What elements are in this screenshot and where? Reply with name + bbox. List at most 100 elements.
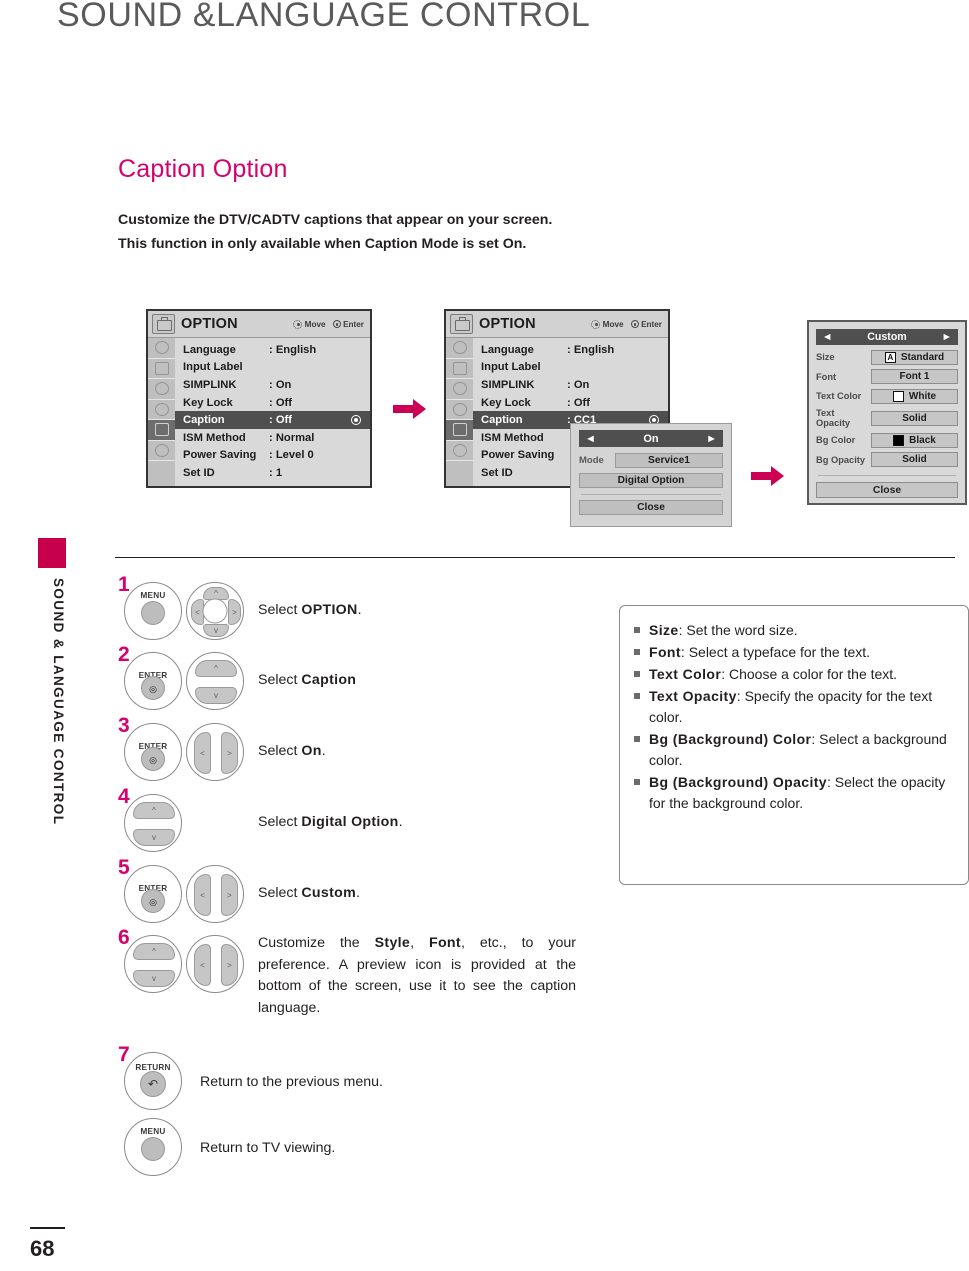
pad-left-icon[interactable]: <	[194, 874, 211, 916]
intro-line-2-end: .	[522, 236, 527, 252]
custom-text-opacity-button[interactable]: Solid	[871, 410, 958, 426]
custom-size-button[interactable]: A Standard	[871, 349, 958, 365]
osd-row[interactable]: Input Label	[473, 359, 668, 377]
custom-row-bg-opacity: Bg Opacity Solid	[816, 452, 958, 467]
osd-row-value: : English	[567, 343, 615, 356]
pad-left-icon[interactable]: <	[194, 732, 211, 774]
custom-text-color-button[interactable]: White	[871, 388, 958, 404]
osd-row[interactable]: SIMPLINK : On	[175, 376, 370, 394]
left-arrow-icon[interactable]: ◄	[822, 331, 833, 343]
rail-icon-time[interactable]	[446, 400, 473, 420]
right-arrow-icon[interactable]: ►	[706, 433, 717, 445]
caption-close-button[interactable]: Close	[579, 500, 723, 515]
rail-icon-lock[interactable]	[148, 441, 175, 461]
left-arrow-icon[interactable]: ◄	[585, 433, 596, 445]
rail-icon-lock[interactable]	[446, 441, 473, 461]
menu-button-remote[interactable]: MENU	[124, 582, 182, 640]
osd-row[interactable]: Key Lock : Off	[175, 394, 370, 412]
digital-option-button[interactable]: Digital Option	[579, 473, 723, 488]
dpad-four-way[interactable]: ^ v < >	[186, 582, 244, 640]
rail-icon-picture[interactable]	[148, 338, 175, 359]
enter-button-remote[interactable]: ENTER ◎	[124, 865, 182, 923]
leftright-pad[interactable]: < >	[186, 723, 244, 781]
menu-button-key[interactable]	[141, 1136, 165, 1161]
dpad-center[interactable]	[202, 598, 228, 624]
right-arrow-icon[interactable]: ►	[942, 331, 953, 343]
pad-left-icon[interactable]: <	[194, 944, 211, 986]
custom-close-button[interactable]: Close	[816, 482, 958, 498]
intro-on-bold: On	[502, 236, 523, 252]
caption-mode-value-button[interactable]: Service1	[615, 453, 723, 468]
rail-icon-display[interactable]	[148, 359, 175, 379]
pad-right-icon[interactable]: >	[221, 944, 238, 986]
enter-button-remote[interactable]: ENTER ◎	[124, 652, 182, 710]
pad-up-icon[interactable]: ^	[195, 660, 237, 677]
pad-up-icon[interactable]: ^	[133, 943, 175, 960]
caption-popup-dialog: ◄ On ► Mode Service1 Digital Option Clos…	[570, 423, 732, 527]
osd-row[interactable]: Key Lock : Off	[473, 394, 668, 412]
custom-row-bg-color: Bg Color Black	[816, 432, 958, 448]
osd-row[interactable]: Language : English	[473, 341, 668, 359]
leftright-pad[interactable]: < >	[186, 865, 244, 923]
custom-font-button[interactable]: Font 1	[871, 369, 958, 384]
pad-right-icon[interactable]: >	[221, 732, 238, 774]
step-text-bold: Style	[374, 935, 411, 951]
osd-title: OPTION	[181, 316, 238, 332]
pad-down-icon[interactable]: v	[133, 970, 175, 987]
rail-icon-audio[interactable]	[446, 379, 473, 400]
updown-pad[interactable]: ^ v	[186, 652, 244, 710]
leftright-pad[interactable]: < >	[186, 935, 244, 993]
hint-move: Move	[591, 319, 624, 329]
pad-right-icon[interactable]: >	[221, 874, 238, 916]
osd-row[interactable]: Power Saving : Level 0	[175, 447, 370, 465]
updown-pad[interactable]: ^ v	[124, 794, 182, 852]
rail-icon-audio[interactable]	[148, 379, 175, 400]
dpad-down-icon[interactable]: v	[203, 624, 229, 637]
pad-up-icon[interactable]: ^	[133, 802, 175, 819]
osd-row[interactable]: Input Label	[175, 359, 370, 377]
osd-row[interactable]: Language : English	[175, 341, 370, 359]
step-text-mid: ,	[410, 935, 429, 951]
pad-down-icon[interactable]: v	[133, 829, 175, 846]
return-arrow-icon[interactable]: ↶	[140, 1071, 166, 1098]
info-desc: : Choose a color for the text.	[721, 666, 898, 682]
step-text-pre: Select	[258, 743, 302, 759]
menu-button-remote[interactable]: MENU	[124, 1118, 182, 1176]
pad-down-icon[interactable]: v	[195, 687, 237, 704]
osd-row[interactable]: ISM Method : Normal	[175, 429, 370, 447]
enter-button-key[interactable]: ◎	[141, 675, 165, 700]
steps-divider	[115, 557, 955, 559]
custom-bg-color-button[interactable]: Black	[871, 432, 958, 448]
step-number: 5	[118, 856, 130, 879]
rail-icon-option[interactable]	[148, 420, 175, 441]
step-text-post: .	[355, 885, 360, 901]
return-button-remote[interactable]: RETURN ↶	[124, 1052, 182, 1110]
enter-button-remote[interactable]: ENTER ◎	[124, 723, 182, 781]
osd-row-caption-selected[interactable]: Caption : Off	[175, 411, 370, 429]
rail-icon-time[interactable]	[148, 400, 175, 420]
custom-preset-selector[interactable]: ◄ Custom ►	[816, 329, 958, 345]
osd-row[interactable]: SIMPLINK : On	[473, 376, 668, 394]
info-box: Size: Set the word size. Font: Select a …	[619, 605, 969, 885]
rail-icon-option[interactable]	[446, 420, 473, 441]
page-title: Caption Option	[118, 155, 288, 183]
dpad-right-icon[interactable]: >	[228, 599, 241, 625]
custom-bg-opacity-button[interactable]: Solid	[871, 452, 958, 467]
rail-icon-display[interactable]	[446, 359, 473, 379]
rail-icon-picture[interactable]	[446, 338, 473, 359]
enter-button-key[interactable]: ◎	[141, 888, 165, 913]
step-1-text: Select OPTION.	[258, 600, 558, 622]
step-number: 6	[118, 926, 130, 949]
option-toolbox-icon	[152, 314, 175, 334]
caption-mode-row: Mode Service1	[579, 453, 723, 468]
custom-row-label: Text Opacity	[816, 408, 851, 428]
menu-button-key[interactable]	[141, 600, 165, 625]
enter-button-key[interactable]: ◎	[141, 746, 165, 771]
osd-row-label: Key Lock	[183, 396, 233, 409]
caption-state-selector[interactable]: ◄ On ►	[579, 430, 723, 447]
osd-row-label: ISM Method	[481, 431, 544, 444]
updown-pad[interactable]: ^ v	[124, 935, 182, 993]
osd-row[interactable]: Set ID : 1	[175, 464, 370, 482]
step-number: 4	[118, 785, 130, 808]
caption-mode-label: Mode	[579, 455, 604, 466]
